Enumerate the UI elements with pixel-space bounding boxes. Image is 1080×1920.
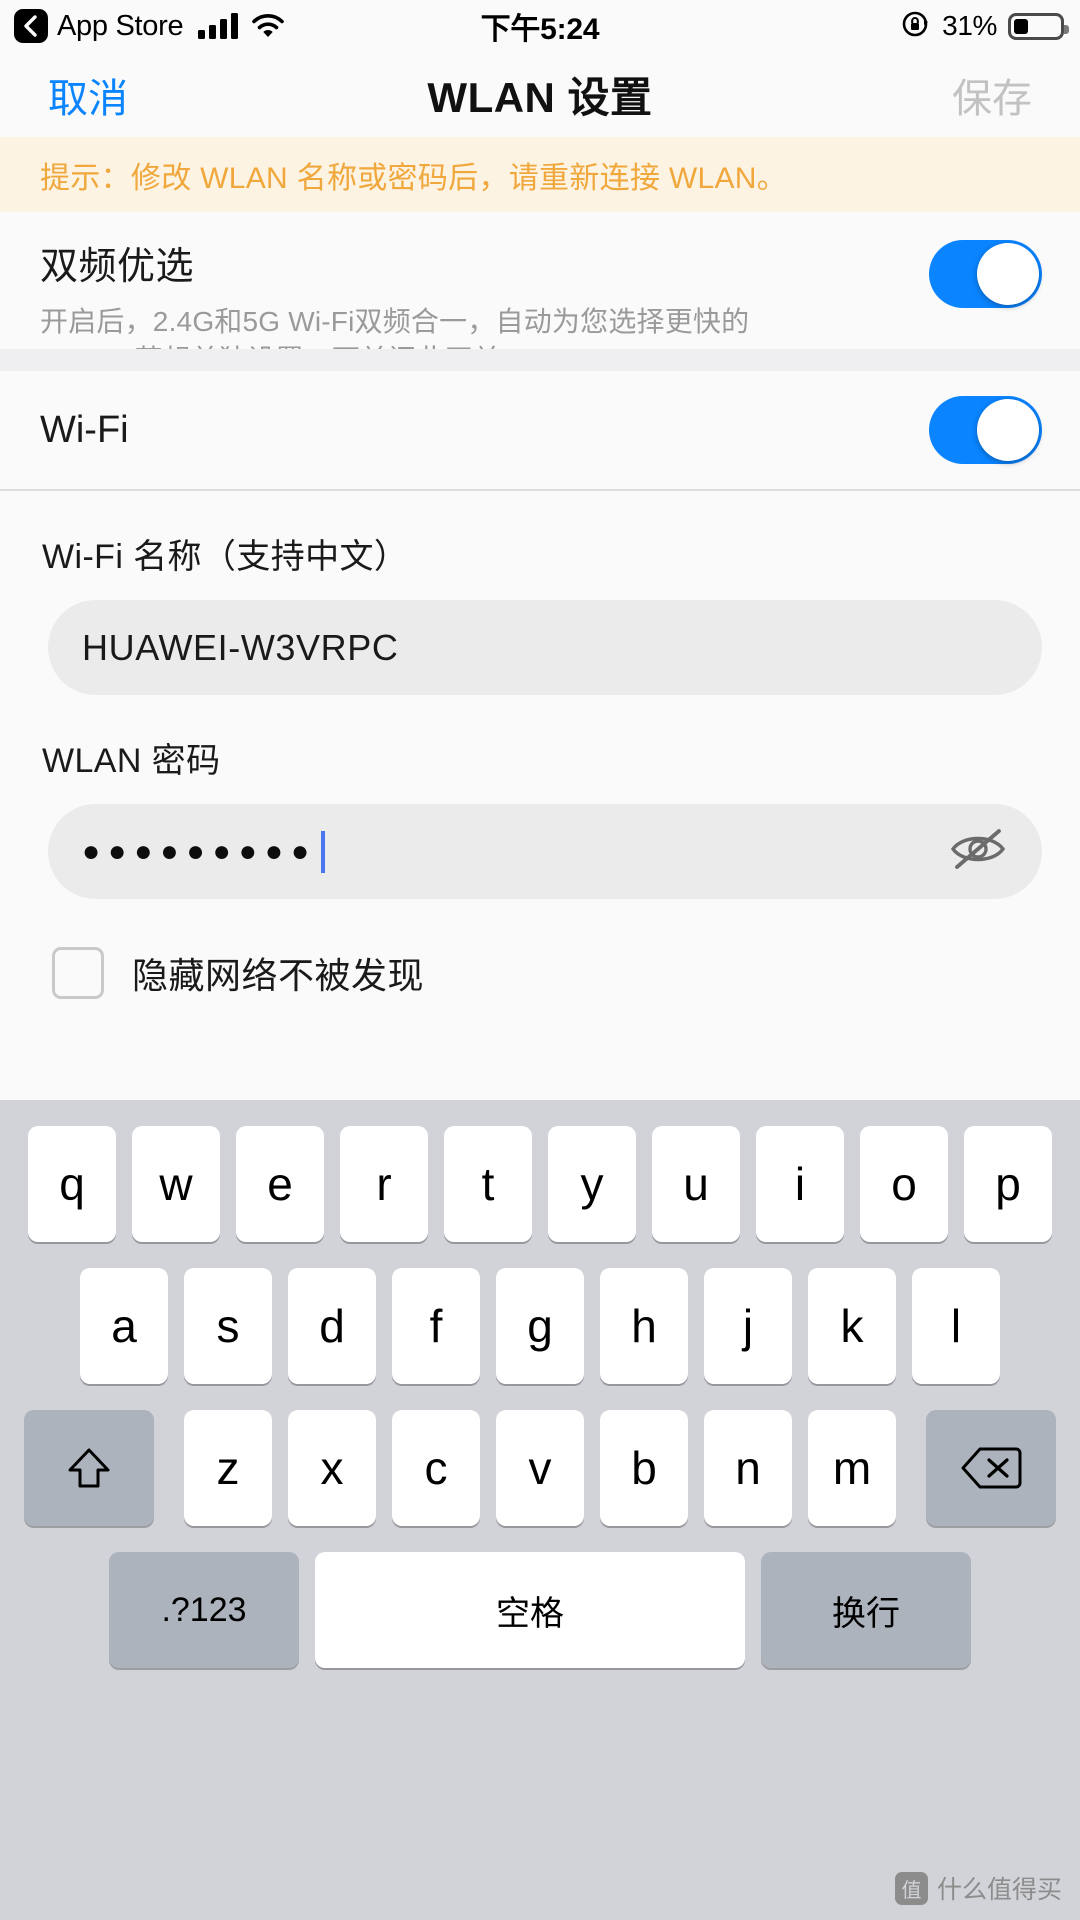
key-e[interactable]: e <box>236 1126 324 1242</box>
return-key[interactable]: 换行 <box>761 1552 971 1668</box>
rotation-lock-icon <box>901 9 931 44</box>
numbers-key[interactable]: .?123 <box>109 1552 299 1668</box>
dual-band-toggle-wrap <box>929 212 1080 308</box>
status-bar: App Store 下午5:24 31% <box>0 0 1080 52</box>
key-l[interactable]: l <box>912 1268 1000 1384</box>
key-j[interactable]: j <box>704 1268 792 1384</box>
key-x[interactable]: x <box>288 1410 376 1526</box>
keyboard-row-3: z x c v b n m <box>0 1410 1080 1526</box>
phone-screen: App Store 下午5:24 31% 取消 WLAN 设置 保存 提示：修改… <box>0 0 1080 1920</box>
backspace-icon[interactable] <box>926 1410 1056 1526</box>
section-divider <box>0 349 1080 371</box>
hide-network-row[interactable]: 隐藏网络不被发现 <box>0 899 1080 999</box>
ssid-field-label: Wi-Fi 名称（支持中文） <box>42 538 409 576</box>
battery-icon <box>1008 12 1069 40</box>
key-d[interactable]: d <box>288 1268 376 1384</box>
wifi-row-label: Wi-Fi <box>40 408 129 451</box>
key-i[interactable]: i <box>756 1126 844 1242</box>
ssid-input[interactable]: HUAWEI-W3VRPC <box>48 600 1042 695</box>
space-key[interactable]: 空格 <box>315 1552 745 1668</box>
save-button[interactable]: 保存 <box>830 66 1080 124</box>
key-k[interactable]: k <box>808 1268 896 1384</box>
nav-bar: 取消 WLAN 设置 保存 <box>0 52 1080 137</box>
page-title: WLAN 设置 <box>427 74 653 121</box>
key-t[interactable]: t <box>444 1126 532 1242</box>
watermark-badge: 值 <box>894 1871 928 1905</box>
text-cursor <box>321 830 326 873</box>
password-input[interactable]: ●●●●●●●●● <box>48 804 1042 899</box>
key-h[interactable]: h <box>600 1268 688 1384</box>
keyboard-row-1: q w e r t y u i o p <box>0 1126 1080 1242</box>
key-p[interactable]: p <box>964 1126 1052 1242</box>
shift-arrow-icon[interactable] <box>24 1410 154 1526</box>
key-b[interactable]: b <box>600 1410 688 1526</box>
tip-banner-text: 提示：修改 WLAN 名称或密码后，请重新连接 WLAN。 <box>40 161 788 195</box>
status-bar-right: 31% <box>539 9 1080 44</box>
watermark: 值 什么值得买 <box>894 1870 1062 1906</box>
key-a[interactable]: a <box>80 1268 168 1384</box>
key-g[interactable]: g <box>496 1268 584 1384</box>
key-u[interactable]: u <box>652 1126 740 1242</box>
dual-band-toggle[interactable] <box>929 240 1042 308</box>
watermark-text: 什么值得买 <box>936 1876 1062 1904</box>
key-c[interactable]: c <box>392 1410 480 1526</box>
dual-band-title: 双频优选 <box>40 246 195 288</box>
toggle-knob <box>977 243 1039 305</box>
battery-fill <box>1014 18 1028 34</box>
battery-percent-label: 31% <box>942 10 997 41</box>
key-z[interactable]: z <box>184 1410 272 1526</box>
ssid-input-value: HUAWEI-W3VRPC <box>82 626 399 668</box>
key-n[interactable]: n <box>704 1410 792 1526</box>
onscreen-keyboard: q w e r t y u i o p a s d f g h j k l z … <box>0 1100 1080 1920</box>
key-w[interactable]: w <box>132 1126 220 1242</box>
hide-network-checkbox[interactable] <box>52 947 104 999</box>
wlan-form: Wi-Fi 名称（支持中文） HUAWEI-W3VRPC WLAN 密码 ●●●… <box>0 491 1080 999</box>
eye-off-icon[interactable] <box>948 827 1008 876</box>
keyboard-row-4: .?123 空格 换行 <box>0 1552 1080 1668</box>
dual-band-description-line1: 开启后，2.4G和5G Wi-Fi双频合一，自动为您选择更快的 <box>40 306 750 337</box>
key-s[interactable]: s <box>184 1268 272 1384</box>
wifi-toggle[interactable] <box>929 396 1042 464</box>
key-y[interactable]: y <box>548 1126 636 1242</box>
password-input-value: ●●●●●●●●● <box>82 834 318 868</box>
keyboard-row-2: a s d f g h j k l <box>0 1268 1080 1384</box>
key-f[interactable]: f <box>392 1268 480 1384</box>
toggle-knob <box>977 399 1039 461</box>
password-field-label: WLAN 密码 <box>42 742 221 780</box>
key-r[interactable]: r <box>340 1126 428 1242</box>
hide-network-label: 隐藏网络不被发现 <box>132 955 425 996</box>
key-q[interactable]: q <box>28 1126 116 1242</box>
wifi-toggle-wrap <box>929 396 1080 464</box>
wifi-toggle-row: Wi-Fi <box>0 371 1080 489</box>
key-m[interactable]: m <box>808 1410 896 1526</box>
key-v[interactable]: v <box>496 1410 584 1526</box>
dual-band-row: 双频优选 开启后，2.4G和5G Wi-Fi双频合一，自动为您选择更快的 Wi-… <box>0 212 1080 375</box>
key-o[interactable]: o <box>860 1126 948 1242</box>
cancel-button[interactable]: 取消 <box>0 66 250 124</box>
tip-banner: 提示：修改 WLAN 名称或密码后，请重新连接 WLAN。 <box>0 137 1080 212</box>
